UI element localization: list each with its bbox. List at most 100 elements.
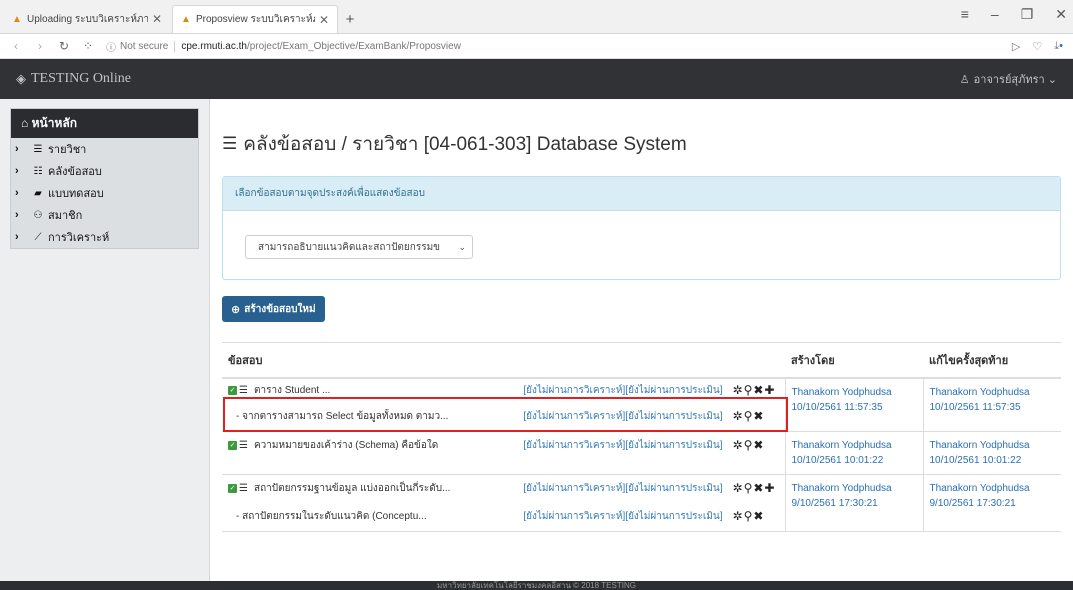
plus-icon[interactable]: ✚: [764, 481, 774, 495]
close-window-icon[interactable]: ✕: [1055, 6, 1067, 23]
close-icon[interactable]: ✖: [753, 481, 763, 495]
edited-at: 10/10/2561 11:57:35: [929, 402, 1021, 413]
user-icon: ♙: [959, 73, 970, 86]
gear-icon[interactable]: ✲: [733, 509, 743, 523]
sidebar-item-exam-bank[interactable]: › ☷ คลังข้อสอบ: [11, 160, 198, 182]
user-menu[interactable]: ♙ อาจารย์สุภัทรา ⌄: [960, 70, 1057, 88]
sidebar-header-label: หน้าหลัก: [31, 116, 77, 130]
url-field[interactable]: ⓘ Not secure cpe.rmuti.ac.th /project/Ex…: [106, 39, 1012, 54]
create-question-button[interactable]: ⊕ สร้างข้อสอบใหม่: [222, 296, 325, 322]
question-text[interactable]: สถาปัตยกรรมฐานข้อมูล แบ่งออกเป็นกี่ระดับ…: [254, 481, 523, 496]
back-icon[interactable]: ‹: [10, 39, 22, 53]
sub-question-text[interactable]: - สถาปัตยกรรมในระดับแนวคิด (Conceptu...: [236, 509, 523, 524]
reload-icon[interactable]: ↻: [58, 39, 70, 53]
brand[interactable]: ◈ TESTING Online: [16, 71, 131, 87]
app-header: ◈ TESTING Online ♙ อาจารย์สุภัทรา ⌄: [0, 59, 1073, 99]
new-tab-button[interactable]: +: [340, 5, 360, 33]
created-at: 10/10/2561 11:57:35: [791, 402, 883, 413]
objective-panel: เลือกข้อสอบตามจุดประสงค์เพื่อแสดงข้อสอบ …: [222, 176, 1061, 280]
home-icon: ⌂: [21, 116, 32, 130]
list-icon: ☰: [239, 439, 248, 451]
close-tab-icon[interactable]: ✕: [319, 13, 329, 27]
chevron-down-icon: ⌄: [458, 241, 466, 252]
edited-by: Thanakorn Yodphudsa: [929, 387, 1030, 398]
list-icon: ☰: [239, 384, 248, 396]
create-question-label: สร้างข้อสอบใหม่: [244, 303, 316, 315]
sub-question-status: [ยังไม่ผ่านการวิเคราะห์][ยังไม่ผ่านการปร…: [523, 510, 723, 522]
column-header-last-edited: แก้ไขครั้งสุดท้าย: [923, 342, 1061, 379]
objective-select[interactable]: สามารถอธิบายแนวคิดและสถาปัตยกรรมข ⌄: [245, 235, 473, 259]
restore-icon[interactable]: ❐: [1021, 6, 1034, 23]
user-name: อาจารย์สุภัทรา: [973, 74, 1045, 86]
send-icon[interactable]: ▷: [1012, 40, 1020, 53]
question-text[interactable]: ความหมายของเค้าร่าง (Schema) คือข้อใด: [254, 438, 523, 453]
url-path: /project/Exam_Objective/ExamBank/Proposv…: [246, 40, 461, 52]
created-by: Thanakorn Yodphudsa: [791, 483, 892, 494]
list-icon: ☰: [239, 482, 248, 494]
question-table: ข้อสอบ สร้างโดย แก้ไขครั้งสุดท้าย ✓ ☰ ตา…: [222, 342, 1061, 532]
chevron-right-icon: ›: [15, 231, 19, 243]
gear-icon[interactable]: ✲: [733, 438, 743, 452]
close-icon[interactable]: ✖: [753, 409, 763, 423]
plus-icon[interactable]: ✚: [764, 383, 774, 397]
url-host: cpe.rmuti.ac.th: [181, 40, 247, 52]
browser-tab-proposview[interactable]: ▲ Proposview ระบบวิเคราะห์ภาย ✕: [172, 5, 338, 33]
flame-favicon-icon: ▲: [12, 13, 22, 25]
check-icon: ✓: [228, 483, 237, 493]
users-icon: ⚇: [33, 209, 43, 221]
browser-tab-uploading[interactable]: ▲ Uploading ระบบวิเคราะห์ภาย ✕: [4, 5, 170, 33]
edited-at: 10/10/2561 10:01:22: [929, 455, 1022, 466]
sidebar-item-analysis[interactable]: › ⟋ การวิเคราะห์: [11, 226, 198, 248]
database-icon: ☷: [33, 165, 43, 177]
sidebar-item-courses[interactable]: › ☰ รายวิชา: [11, 138, 198, 160]
question-status: [ยังไม่ผ่านการวิเคราะห์][ยังไม่ผ่านการปร…: [523, 482, 723, 494]
chevron-right-icon: ›: [15, 187, 19, 199]
chevron-right-icon: ›: [15, 165, 19, 177]
check-icon: ✓: [228, 385, 237, 395]
close-tab-icon[interactable]: ✕: [152, 12, 162, 26]
chevron-right-icon: ›: [15, 209, 19, 221]
flame-favicon-icon: ▲: [181, 14, 191, 25]
security-label: Not secure: [120, 40, 176, 52]
close-icon[interactable]: ✖: [753, 383, 763, 397]
column-header-question: ข้อสอบ: [222, 342, 785, 379]
search-icon[interactable]: ⚲: [744, 481, 753, 495]
question-status: [ยังไม่ผ่านการวิเคราะห์][ยังไม่ผ่านการปร…: [523, 384, 723, 396]
gear-icon[interactable]: ✲: [733, 409, 743, 423]
search-icon[interactable]: ⚲: [744, 409, 753, 423]
book-icon: ▰: [34, 187, 42, 199]
question-text[interactable]: ตาราง Student ...: [254, 383, 523, 398]
table-row: ✓ ☰ ตาราง Student ... [ยังไม่ผ่านการวิเค…: [222, 378, 1061, 432]
heart-icon[interactable]: ♡: [1032, 40, 1042, 53]
search-icon[interactable]: ⚲: [744, 383, 753, 397]
question-status: [ยังไม่ผ่านการวิเคราะห์][ยังไม่ผ่านการปร…: [523, 439, 723, 451]
tab-title: Uploading ระบบวิเคราะห์ภาย: [27, 13, 148, 25]
download-icon[interactable]: ⤓•: [1054, 40, 1063, 53]
chevron-down-icon: ⌄: [1044, 73, 1057, 86]
search-icon[interactable]: ⚲: [744, 438, 753, 452]
address-bar: ‹ › ↻ ⁘ ⓘ Not secure cpe.rmuti.ac.th /pr…: [0, 34, 1073, 59]
forward-icon[interactable]: ›: [34, 39, 46, 53]
sub-question-text[interactable]: - จากตารางสามารถ Select ข้อมูลทั้งหมด ตา…: [236, 409, 523, 424]
tab-list-icon[interactable]: ≡: [961, 6, 969, 23]
brand-name: TESTING Online: [31, 71, 131, 86]
close-icon[interactable]: ✖: [753, 438, 763, 452]
sidebar-item-members[interactable]: › ⚇ สมาชิก: [11, 204, 198, 226]
footer: มหาวิทยาลัยเทคโนโลยีราชมงคลอีสาน © 2018 …: [0, 581, 1073, 590]
sidebar-header[interactable]: ⌂ หน้าหลัก: [11, 109, 198, 138]
tab-title: Proposview ระบบวิเคราะห์ภาย: [196, 14, 315, 25]
close-icon[interactable]: ✖: [753, 509, 763, 523]
list-icon: ☰: [33, 143, 43, 155]
minimize-icon[interactable]: –: [991, 6, 999, 23]
search-icon[interactable]: ⚲: [744, 509, 753, 523]
sidebar-item-tests[interactable]: › ▰ แบบทดสอบ: [11, 182, 198, 204]
table-row: ✓ ☰ สถาปัตยกรรมฐานข้อมูล แบ่งออกเป็นกี่ร…: [222, 474, 1061, 532]
gear-icon[interactable]: ✲: [733, 383, 743, 397]
created-by: Thanakorn Yodphudsa: [791, 387, 892, 398]
gear-icon[interactable]: ✲: [733, 481, 743, 495]
created-at: 10/10/2561 10:01:22: [791, 455, 884, 466]
browser-tab-strip: ▲ Uploading ระบบวิเคราะห์ภาย ✕ ▲ Proposv…: [0, 0, 1073, 34]
info-icon[interactable]: ⓘ: [106, 39, 116, 54]
table-row: ✓ ☰ ความหมายของเค้าร่าง (Schema) คือข้อใ…: [222, 431, 1061, 475]
apps-grid-icon[interactable]: ⁘: [82, 39, 94, 53]
